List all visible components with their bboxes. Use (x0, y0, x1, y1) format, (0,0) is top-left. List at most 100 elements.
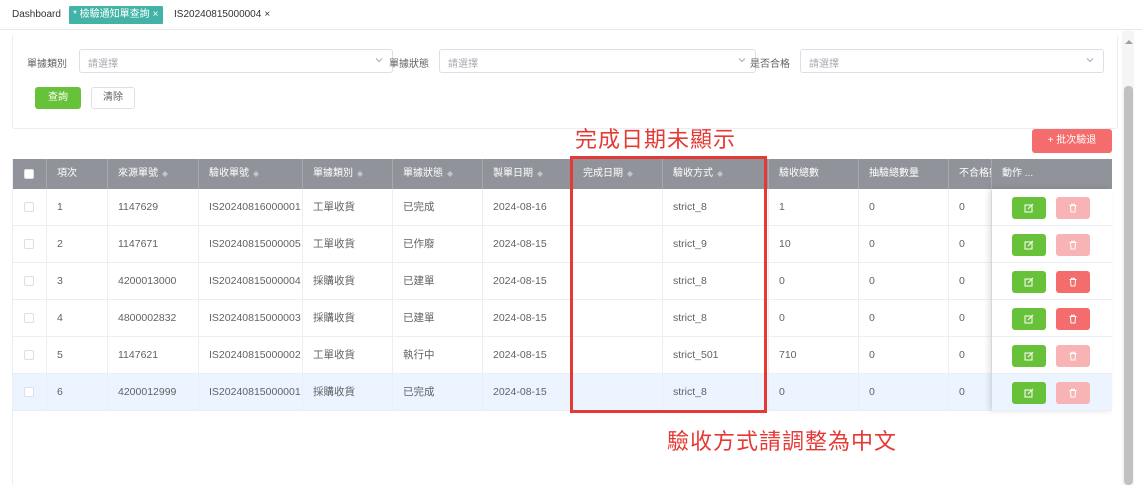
chevron-down-icon (1086, 58, 1094, 63)
tab-label: * 檢驗通知單查詢 (73, 9, 150, 20)
row-select-cell[interactable] (13, 226, 47, 263)
table-cell: 2 (47, 226, 108, 263)
table-cell: 1147621 (108, 337, 199, 374)
table-cell: IS20240815000001 (199, 374, 303, 411)
table-row[interactable]: 2 1147671 IS20240815000005 工單收貨 已作廢 2024-08-1… (13, 226, 1112, 263)
filter-card: 單據類別 請選擇 單據狀態 請選擇 是否合格 請選擇 查詢 清除 (12, 35, 1118, 129)
checkbox[interactable] (24, 276, 34, 286)
query-button[interactable]: 查詢 (35, 87, 81, 109)
table-row[interactable]: 4 4800002832 IS20240815000003 採購收貨 已建單 2024-0… (13, 300, 1112, 337)
sort-icon[interactable] (162, 168, 168, 178)
sort-icon[interactable] (253, 168, 259, 178)
scrollbar-thumb[interactable] (1124, 86, 1133, 485)
col-header[interactable]: 單據類別 (303, 159, 393, 189)
chevron-down-icon (738, 58, 746, 63)
table-cell: 工單收貨 (303, 337, 393, 374)
checkbox[interactable] (24, 313, 34, 323)
tab-dashboard[interactable]: Dashboard (8, 6, 65, 24)
table-cell: 0 (769, 263, 859, 300)
table-cell: 2024-08-15 (483, 263, 573, 300)
table-row[interactable]: 6 4200012999 IS20240815000001 採購收貨 已完成 2024-0… (13, 374, 1112, 411)
table-cell: 已完成 (393, 189, 483, 226)
table-cell: 工單收貨 (303, 189, 393, 226)
col-header[interactable]: 單據狀態 (393, 159, 483, 189)
placeholder: 請選擇 (448, 59, 478, 70)
close-icon[interactable]: × (264, 9, 270, 20)
table-cell: 0 (859, 263, 949, 300)
row-select-cell[interactable] (13, 189, 47, 226)
table-cell: 0 (769, 300, 859, 337)
table-cell: IS20240815000005 (199, 226, 303, 263)
table-cell: 10 (769, 226, 859, 263)
table-cell: 1 (47, 189, 108, 226)
table-cell: 0 (949, 374, 992, 411)
col-header: 不合格數 (949, 159, 992, 189)
header-select-all[interactable] (13, 159, 47, 189)
table-cell: 0 (949, 300, 992, 337)
annotation-completion-date: 完成日期未顯示 (575, 127, 737, 152)
table-cell: 已完成 (393, 374, 483, 411)
table-cell: 0 (769, 374, 859, 411)
col-header: 驗收總數 (769, 159, 859, 189)
table-cell: 0 (949, 189, 992, 226)
table-row[interactable]: 5 1147621 IS20240815000002 工單收貨 執行中 2024-08-1… (13, 337, 1112, 374)
table-cell: 0 (859, 189, 949, 226)
table-cell: IS20240815000004 (199, 263, 303, 300)
table-cell: 4200012999 (108, 374, 199, 411)
checkbox[interactable] (24, 350, 34, 360)
doc-type-select[interactable]: 請選擇 (79, 49, 393, 73)
checkbox[interactable] (24, 387, 34, 397)
chevron-down-icon (375, 58, 383, 63)
tab-is20240815000004[interactable]: IS20240815000004 × (170, 6, 274, 24)
tab-inspection-query[interactable]: * 檢驗通知單查詢 × (69, 6, 163, 24)
col-header: 抽驗總數量 (859, 159, 949, 189)
table-cell: 已作廢 (393, 226, 483, 263)
close-icon[interactable]: × (153, 9, 159, 20)
row-select-cell[interactable] (13, 337, 47, 374)
table-cell: 1147629 (108, 189, 199, 226)
table-cell: 0 (949, 226, 992, 263)
table-cell: 0 (859, 300, 949, 337)
table-cell: 1 (769, 189, 859, 226)
checkbox[interactable] (24, 169, 34, 179)
col-header: 項次 (47, 159, 108, 189)
col-header[interactable]: 製單日期 (483, 159, 573, 189)
sort-icon[interactable] (357, 168, 363, 178)
table-cell: 已建單 (393, 300, 483, 337)
pass-label: 是否合格 (750, 59, 790, 70)
table-cell: 0 (859, 374, 949, 411)
table-cell: 2024-08-15 (483, 226, 573, 263)
clear-button[interactable]: 清除 (91, 87, 135, 109)
row-select-cell[interactable] (13, 300, 47, 337)
data-table: 項次 來源單號 驗收單號 單據類別 單據狀態 製單日期 完成日期 驗收方式 驗收… (12, 159, 1112, 485)
table-cell: 5 (47, 337, 108, 374)
fixed-actions-shadow (992, 189, 1112, 411)
sort-icon[interactable] (537, 168, 543, 178)
batch-reject-button[interactable]: + 批次驗退 (1032, 129, 1112, 153)
checkbox[interactable] (24, 239, 34, 249)
tab-label: IS20240815000004 (174, 9, 262, 20)
table-cell: 執行中 (393, 337, 483, 374)
table-row[interactable]: 1 1147629 IS20240816000001 工單收貨 已完成 2024-08-1… (13, 189, 1112, 226)
col-header[interactable]: 來源單號 (108, 159, 199, 189)
scroll-up-arrow-icon[interactable] (1125, 36, 1133, 44)
table-row[interactable]: 3 4200013000 IS20240815000004 採購收貨 已建單 2024-0… (13, 263, 1112, 300)
table-cell: 2024-08-15 (483, 337, 573, 374)
table-cell: 4800002832 (108, 300, 199, 337)
pass-select[interactable]: 請選擇 (800, 49, 1104, 73)
row-select-cell[interactable] (13, 374, 47, 411)
doc-type-label: 單據類別 (27, 59, 67, 70)
table-cell: 1147671 (108, 226, 199, 263)
table-cell: 3 (47, 263, 108, 300)
table-cell: IS20240815000002 (199, 337, 303, 374)
highlight-box (570, 156, 767, 413)
col-header[interactable]: 驗收單號 (199, 159, 303, 189)
tab-bar: Dashboard * 檢驗通知單查詢 × IS20240815000004 × (0, 0, 1142, 30)
sort-icon[interactable] (447, 168, 453, 178)
table-cell: 0 (859, 226, 949, 263)
doc-status-select[interactable]: 請選擇 (439, 49, 756, 73)
table-header: 項次 來源單號 驗收單號 單據類別 單據狀態 製單日期 完成日期 驗收方式 驗收… (13, 159, 1112, 189)
row-select-cell[interactable] (13, 263, 47, 300)
checkbox[interactable] (24, 202, 34, 212)
table-cell: 工單收貨 (303, 226, 393, 263)
